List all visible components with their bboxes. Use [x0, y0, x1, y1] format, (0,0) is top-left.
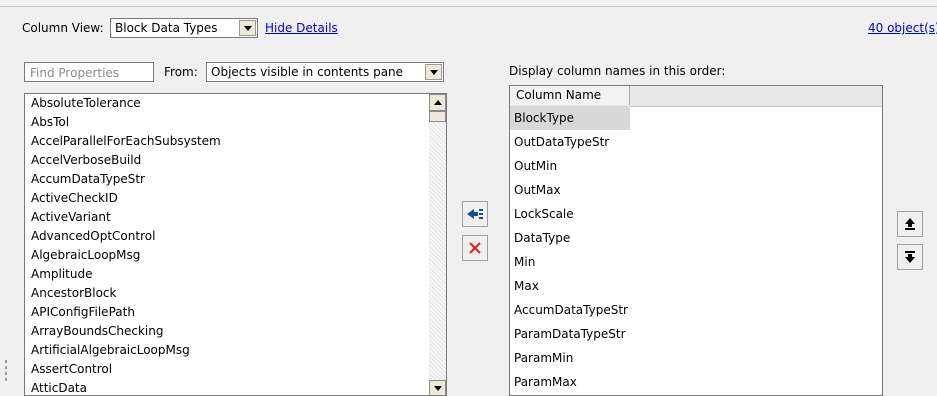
- property-item[interactable]: AccumDataTypeStr: [25, 170, 221, 189]
- find-properties-placeholder: Find Properties: [30, 66, 120, 80]
- top-divider: [0, 6, 937, 7]
- property-item[interactable]: ArrayBoundsChecking: [25, 322, 221, 341]
- move-up-icon: [905, 218, 915, 230]
- column-name-item[interactable]: OutDataTypeStr: [510, 130, 882, 154]
- column-name-item[interactable]: ParamMax: [510, 370, 882, 394]
- move-down-icon: [905, 251, 915, 263]
- property-item[interactable]: AbsoluteTolerance: [25, 94, 221, 113]
- column-name-item[interactable]: ParamDataTypeStr: [510, 322, 882, 346]
- find-properties-input[interactable]: Find Properties: [24, 62, 154, 82]
- property-item[interactable]: Amplitude: [25, 265, 221, 284]
- column-name-item[interactable]: BlockType: [510, 106, 630, 130]
- column-names-list[interactable]: Column Name BlockType OutDataTypeStr OutMi…: [509, 85, 883, 396]
- splitter-grip[interactable]: [5, 372, 7, 375]
- add-columns-icon: [467, 209, 483, 219]
- property-item[interactable]: AtticData: [25, 379, 221, 395]
- splitter-grip[interactable]: [5, 378, 7, 381]
- property-item[interactable]: AbsTol: [25, 113, 221, 132]
- scroll-up-icon[interactable]: [429, 94, 446, 111]
- scroll-down-icon[interactable]: [429, 380, 446, 395]
- properties-items: AbsoluteTolerance AbsTol AccelParallelForE…: [25, 94, 221, 395]
- column-name-item[interactable]: OutMax: [510, 178, 882, 202]
- splitter-grip[interactable]: [5, 366, 7, 369]
- remove-column-button[interactable]: [462, 235, 488, 261]
- column-view-dropdown[interactable]: Block Data Types: [110, 18, 258, 38]
- column-list-header: Column Name: [510, 86, 882, 107]
- property-item[interactable]: AncestorBlock: [25, 284, 221, 303]
- column-name-item[interactable]: OutMin: [510, 154, 882, 178]
- property-item[interactable]: AccelParallelForEachSubsystem: [25, 132, 221, 151]
- from-value: Objects visible in contents pane: [211, 65, 404, 79]
- move-down-button[interactable]: [897, 244, 923, 270]
- hide-details-link[interactable]: Hide Details: [265, 21, 338, 35]
- splitter-grip[interactable]: [5, 360, 7, 363]
- property-item[interactable]: AlgebraicLoopMsg: [25, 246, 221, 265]
- property-item[interactable]: ArtificialAlgebraicLoopMsg: [25, 341, 221, 360]
- column-name-header[interactable]: Column Name: [510, 86, 630, 105]
- add-columns-button[interactable]: [462, 201, 488, 227]
- property-item[interactable]: AssertControl: [25, 360, 221, 379]
- column-name-item[interactable]: LockScale: [510, 202, 882, 226]
- column-name-item[interactable]: Min: [510, 250, 882, 274]
- column-view-label: Column View:: [22, 21, 104, 35]
- column-view-value: Block Data Types: [115, 21, 218, 35]
- column-name-item[interactable]: DataType: [510, 226, 882, 250]
- column-items: BlockType OutDataTypeStr OutMin OutMax LockS…: [510, 106, 882, 394]
- column-name-item[interactable]: ParamMin: [510, 346, 882, 370]
- from-dropdown[interactable]: Objects visible in contents pane: [206, 62, 444, 82]
- dropdown-arrow-icon[interactable]: [239, 20, 256, 36]
- column-name-item[interactable]: AccumDataTypeStr: [510, 298, 882, 322]
- property-item[interactable]: ActiveVariant: [25, 208, 221, 227]
- dropdown-arrow-icon[interactable]: [425, 64, 442, 80]
- property-item[interactable]: AdvancedOptControl: [25, 227, 221, 246]
- remove-icon: [469, 242, 481, 254]
- move-up-button[interactable]: [897, 211, 923, 237]
- scroll-thumb[interactable]: [429, 111, 446, 122]
- object-count-link[interactable]: 40 object(s): [868, 21, 937, 35]
- property-item[interactable]: APIConfigFilePath: [25, 303, 221, 322]
- column-order-instruction: Display column names in this order:: [509, 64, 726, 78]
- property-item[interactable]: AccelVerboseBuild: [25, 151, 221, 170]
- column-name-item[interactable]: Max: [510, 274, 882, 298]
- property-item[interactable]: ActiveCheckID: [25, 189, 221, 208]
- from-label: From:: [164, 65, 198, 79]
- properties-list[interactable]: AbsoluteTolerance AbsTol AccelParallelForE…: [24, 93, 447, 396]
- properties-scrollbar[interactable]: [429, 94, 446, 395]
